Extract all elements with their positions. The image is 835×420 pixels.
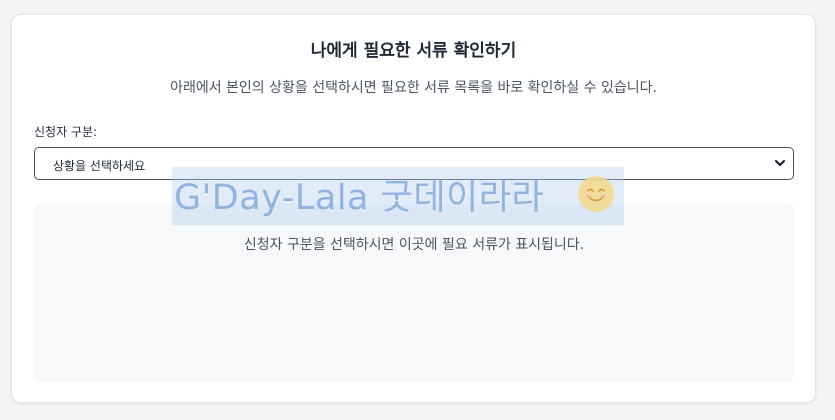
chevron-down-icon [775, 160, 785, 166]
document-checker-card: 나에게 필요한 서류 확인하기 아래에서 본인의 상황을 선택하시면 필요한 서… [11, 14, 816, 403]
page-title: 나에게 필요한 서류 확인하기 [310, 41, 517, 61]
applicant-type-label: 신청자 구분: [34, 125, 98, 139]
applicant-type-select[interactable]: 상황을 선택하세요 [34, 147, 794, 180]
result-placeholder-text: 신청자 구분을 선택하시면 이곳에 필요 서류가 표시됩니다. [243, 237, 585, 253]
page-subtitle: 아래에서 본인의 상황을 선택하시면 필요한 서류 목록을 바로 확인하실 수 … [170, 80, 657, 96]
select-value: 상황을 선택하세요 [53, 159, 146, 173]
required-documents-panel: 신청자 구분을 선택하시면 이곳에 필요 서류가 표시됩니다. [34, 204, 794, 382]
